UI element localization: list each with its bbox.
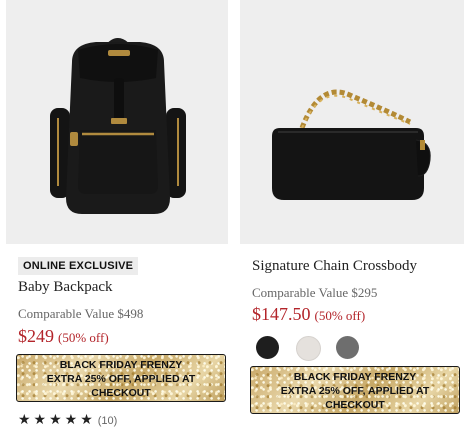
promo-line-2: EXTRA 25% OFF, APPLIED AT: [46, 373, 196, 385]
promo-line-3: CHECKOUT: [325, 399, 385, 411]
sale-price: $147.50: [252, 304, 311, 324]
product-image-crossbody[interactable]: [240, 0, 464, 244]
price-line: $249 (50% off): [18, 326, 109, 347]
promo-line-1: BLACK FRIDAY FRENZY: [293, 371, 417, 383]
star-icon: ★★★★★: [18, 412, 96, 428]
comparable-value: Comparable Value $498: [18, 306, 144, 321]
swatch-grey[interactable]: [336, 336, 359, 359]
promo-banner: BLACK FRIDAY FRENZY EXTRA 25% OFF, APPLI…: [16, 354, 226, 402]
discount-label: (50% off): [314, 308, 366, 323]
promo-line-2: EXTRA 25% OFF, APPLIED AT: [280, 385, 430, 397]
backpack-icon: [50, 38, 186, 214]
sale-price: $249: [18, 326, 54, 346]
swatch-black[interactable]: [256, 336, 279, 359]
discount-label: (50% off): [58, 330, 109, 345]
crossbody-bag-icon: [272, 89, 431, 200]
swatch-chalk[interactable]: [296, 336, 321, 361]
comparable-value: Comparable Value $295: [252, 285, 378, 300]
promo-line-3: CHECKOUT: [91, 387, 151, 399]
star-rating: ★★★★★ (10): [18, 412, 117, 428]
promo-line-1: BLACK FRIDAY FRENZY: [59, 359, 183, 371]
promo-banner: BLACK FRIDAY FRENZY EXTRA 25% OFF, APPLI…: [250, 366, 460, 414]
product-image-backpack[interactable]: [6, 0, 228, 244]
product-name[interactable]: Baby Backpack: [18, 279, 113, 296]
product-name[interactable]: Signature Chain Crossbody: [252, 258, 417, 275]
price-line: $147.50 (50% off): [252, 304, 365, 325]
rating-count: (10): [97, 415, 118, 427]
online-exclusive-badge: ONLINE EXCLUSIVE: [18, 257, 139, 275]
